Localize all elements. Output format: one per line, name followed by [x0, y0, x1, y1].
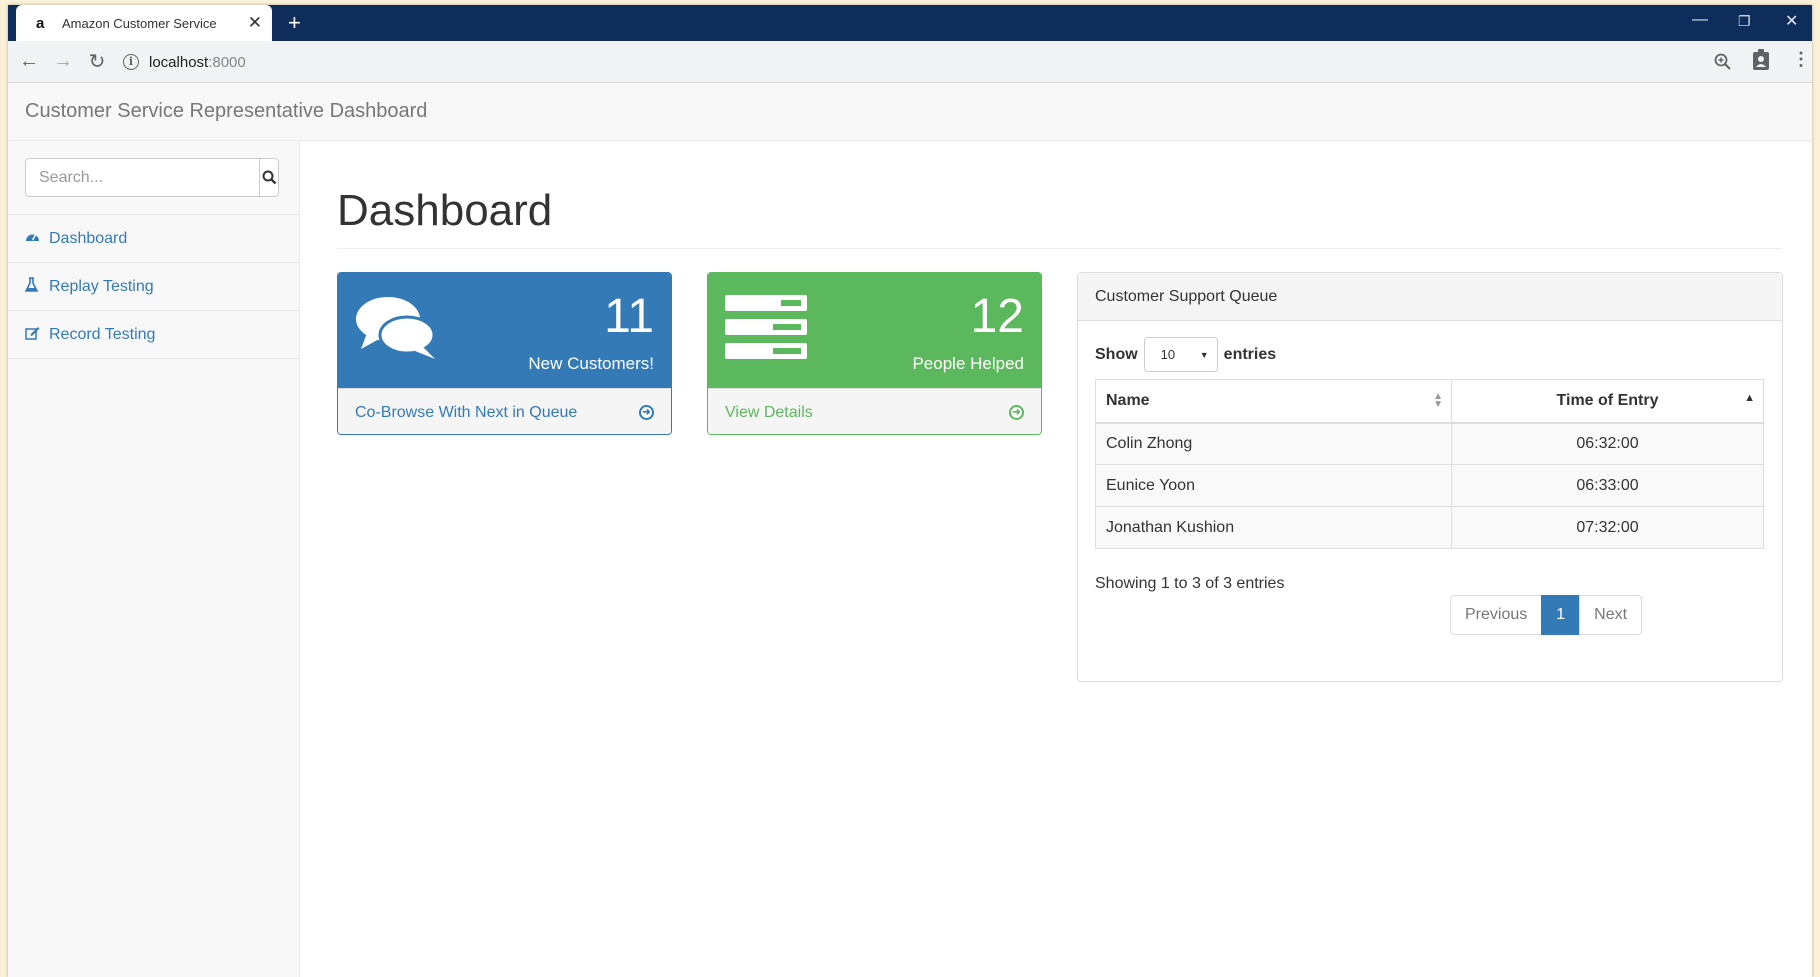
arrow-circle-right-icon: ➜ — [1009, 405, 1024, 420]
url-port: :8000 — [208, 53, 246, 71]
table-header-row: Name ▲ ▼ Time of Entry ▲ — [1095, 379, 1764, 424]
tab-title: Amazon Customer Service — [62, 15, 217, 31]
new-customers-label: New Customers! — [528, 354, 654, 373]
chevron-down-icon: ▼ — [1199, 349, 1209, 360]
cell-time: 06:32:00 — [1451, 422, 1764, 465]
people-helped-count: 12 — [970, 290, 1024, 343]
sort-both-icon: ▲ ▼ — [1433, 391, 1443, 410]
back-icon[interactable]: ← — [12, 50, 46, 73]
restore-window-icon[interactable]: ❐ — [1738, 13, 1751, 30]
table-row[interactable]: Jonathan Kushion 07:32:00 — [1095, 506, 1764, 549]
next-page-button[interactable]: Next — [1579, 595, 1643, 635]
app-title[interactable]: Customer Service Representative Dashboar… — [25, 100, 427, 123]
panel-heading: 12 People Helped — [708, 273, 1041, 388]
flask-icon — [24, 277, 49, 296]
search-icon — [262, 170, 276, 185]
co-browse-link[interactable]: Co-Browse With Next in Queue ➜ — [338, 388, 671, 434]
main-content: Dashboard 11 New Customers! Co-Browse Wi… — [300, 142, 1812, 977]
browser-tab[interactable]: a Amazon Customer Service ✕ — [16, 5, 272, 41]
people-helped-label: People Helped — [912, 354, 1024, 373]
dashboard-icon — [25, 230, 49, 247]
arrow-circle-right-icon: ➜ — [639, 405, 654, 420]
entries-select-value: 10 — [1160, 347, 1176, 362]
tasks-icon — [725, 295, 807, 359]
close-window-icon[interactable]: ✕ — [1785, 11, 1798, 31]
edit-icon — [25, 326, 49, 344]
cell-time: 07:32:00 — [1451, 506, 1764, 549]
entries-label: entries — [1223, 345, 1277, 363]
zoom-icon[interactable] — [1714, 53, 1732, 71]
reload-icon[interactable]: ↻ — [80, 49, 114, 74]
table-info: Showing 1 to 3 of 3 entries — [1095, 575, 1285, 592]
page-1-button[interactable]: 1 — [1541, 595, 1581, 635]
table-row[interactable]: Colin Zhong 06:32:00 — [1095, 422, 1764, 465]
sidebar-item-label: Dashboard — [49, 229, 128, 247]
show-label: Show — [1095, 345, 1138, 363]
pagination: Previous 1 Next — [1450, 595, 1643, 635]
url-text: localhost:8000 — [149, 54, 246, 71]
browser-window: a Amazon Customer Service ✕ + — ❐ ✕ ← → … — [8, 5, 1812, 977]
sidebar-item-record-testing[interactable]: Record Testing — [8, 311, 299, 359]
address-bar[interactable]: i localhost:8000 — [123, 47, 1732, 77]
info-icon[interactable]: i — [123, 54, 139, 70]
view-details-label: View Details — [725, 403, 813, 421]
minimize-window-icon[interactable]: — — [1692, 11, 1708, 29]
page-length-control: Show 10 ▼ entries — [1095, 337, 1276, 372]
view-details-link[interactable]: View Details ➜ — [708, 388, 1041, 434]
cell-name: Eunice Yoon — [1095, 464, 1452, 507]
sidebar-item-dashboard[interactable]: Dashboard — [8, 215, 299, 263]
forward-icon[interactable]: → — [46, 50, 80, 73]
column-header-label: Name — [1106, 391, 1150, 409]
sidebar: Dashboard Replay Testing Record Testing — [8, 142, 300, 977]
sort-ascending-icon: ▲ — [1744, 392, 1755, 404]
queue-table: Name ▲ ▼ Time of Entry ▲ Colin Zhong 06:3… — [1095, 379, 1764, 549]
sidebar-search — [25, 158, 279, 197]
close-tab-icon[interactable]: ✕ — [248, 13, 262, 33]
new-customers-count: 11 — [604, 290, 654, 343]
title-bar: a Amazon Customer Service ✕ + — ❐ ✕ — [8, 5, 1812, 41]
entries-select[interactable]: 10 ▼ — [1143, 337, 1218, 372]
cell-name: Jonathan Kushion — [1095, 506, 1452, 549]
people-helped-panel: 12 People Helped View Details ➜ — [707, 272, 1042, 435]
co-browse-label: Co-Browse With Next in Queue — [355, 403, 578, 421]
cell-time: 06:33:00 — [1451, 464, 1764, 507]
app-header: Customer Service Representative Dashboar… — [8, 83, 1812, 141]
column-header-name[interactable]: Name ▲ ▼ — [1095, 379, 1452, 424]
title-divider — [337, 248, 1781, 249]
panel-heading: 11 New Customers! — [338, 273, 671, 388]
table-row[interactable]: Eunice Yoon 06:33:00 — [1095, 464, 1764, 507]
browser-toolbar: ← → ↻ i localhost:8000 ⋮ — [8, 41, 1812, 83]
queue-heading: Customer Support Queue — [1078, 273, 1782, 321]
column-header-label: Time of Entry — [1556, 391, 1659, 409]
page-title: Dashboard — [337, 186, 553, 235]
profile-icon[interactable] — [1752, 49, 1770, 71]
column-header-time-of-entry[interactable]: Time of Entry ▲ — [1451, 379, 1764, 424]
comments-icon — [356, 297, 436, 359]
new-tab-button[interactable]: + — [288, 10, 301, 36]
search-button[interactable] — [260, 158, 279, 197]
menu-icon[interactable]: ⋮ — [1792, 49, 1810, 70]
sidebar-item-label: Record Testing — [49, 325, 156, 343]
search-input[interactable] — [25, 158, 260, 197]
new-customers-panel: 11 New Customers! Co-Browse With Next in… — [337, 272, 672, 435]
customer-support-queue-panel: Customer Support Queue Show 10 ▼ entries… — [1077, 272, 1783, 682]
amazon-favicon-icon: a — [36, 14, 45, 32]
previous-page-button[interactable]: Previous — [1450, 595, 1543, 635]
cell-name: Colin Zhong — [1095, 422, 1452, 465]
sidebar-item-replay-testing[interactable]: Replay Testing — [8, 263, 299, 311]
sidebar-item-label: Replay Testing — [49, 277, 154, 295]
url-host: localhost — [149, 53, 209, 71]
